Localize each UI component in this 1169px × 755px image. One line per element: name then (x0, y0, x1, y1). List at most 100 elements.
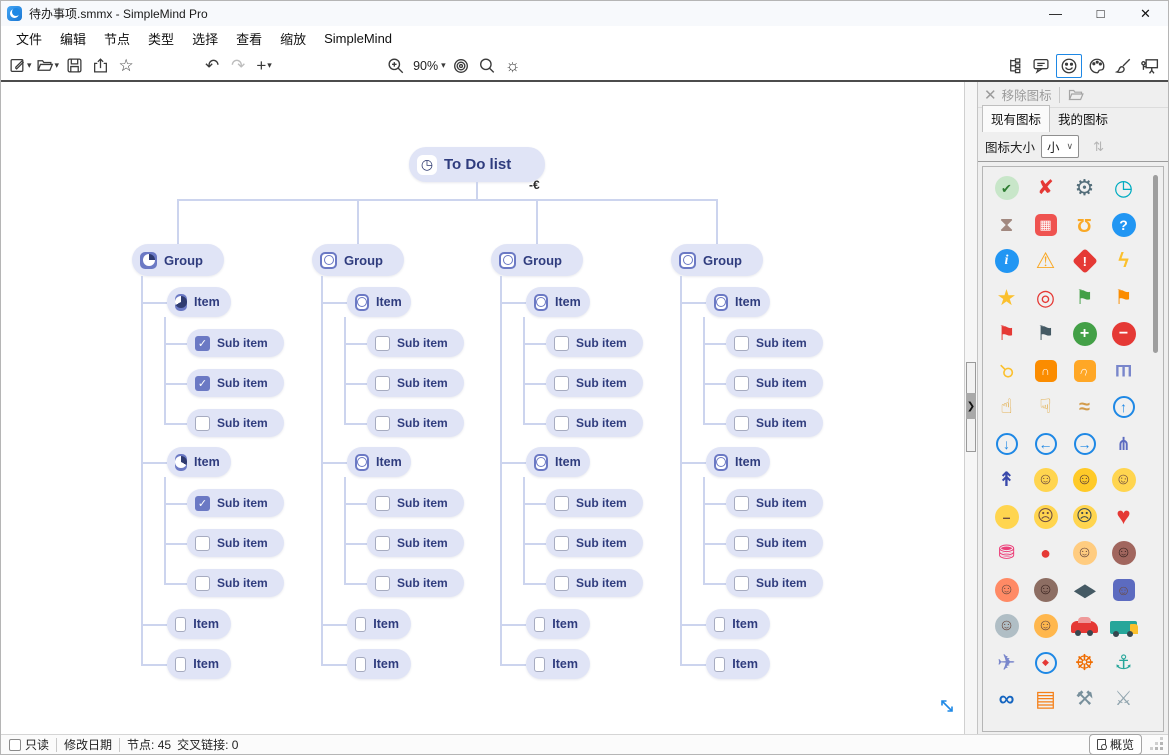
checkbox-unchecked-icon[interactable] (734, 416, 749, 431)
target-icon[interactable]: ◎ (1026, 280, 1065, 317)
node-item-1-1[interactable]: Item (167, 287, 231, 317)
man-suit-icon[interactable]: ☺ (987, 608, 1026, 645)
save-button[interactable] (63, 54, 85, 78)
icon-size-select[interactable]: 小 ∨ (1041, 135, 1079, 158)
handshake-icon[interactable]: ≈ (1065, 389, 1104, 426)
minimize-button[interactable]: — (1033, 6, 1078, 22)
checkbox-checked-icon[interactable]: ✓ (195, 336, 210, 351)
arrow-left-icon[interactable]: ← (1026, 426, 1065, 463)
search-button[interactable] (476, 54, 498, 78)
node-subitem-4-2-2[interactable]: Sub item (726, 529, 823, 557)
checkbox-unchecked-icon[interactable] (734, 576, 749, 591)
menu-item-5[interactable]: 查看 (227, 27, 271, 50)
info-icon[interactable]: i (987, 243, 1026, 280)
frown-icon[interactable]: ☹ (1026, 499, 1065, 536)
smile-icon[interactable]: ☺ (1026, 462, 1065, 499)
checkbox-unchecked-icon[interactable] (534, 617, 545, 632)
readonly-checkbox[interactable] (9, 739, 21, 751)
arrow-up-icon[interactable]: ↑ (1104, 389, 1143, 426)
add-node-button[interactable]: + ▾ (253, 54, 275, 78)
remove-icon-x-icon[interactable]: ✕ (984, 86, 997, 104)
tab-my-icons[interactable]: 我的图标 (1050, 106, 1116, 132)
checkbox-unchecked-icon[interactable] (175, 657, 186, 672)
thumbs-down-icon[interactable]: ☟ (1026, 389, 1065, 426)
graduation-cap-icon[interactable]: ◆ (1065, 572, 1104, 609)
node-item-4-1[interactable]: Item (706, 287, 770, 317)
node-subitem-3-1-3[interactable]: Sub item (546, 409, 643, 437)
hammer-icon[interactable]: ⚒ (1065, 681, 1104, 718)
lock-icon[interactable]: ∩ (1026, 353, 1065, 390)
node-item-2-1[interactable]: Item (347, 287, 411, 317)
checkbox-unchecked-icon[interactable] (734, 336, 749, 351)
checkbox-unchecked-icon[interactable] (554, 496, 569, 511)
worker-icon[interactable]: ☺ (1026, 608, 1065, 645)
car-icon[interactable] (1065, 608, 1104, 645)
split-arrows-icon[interactable]: ⋔ (1104, 426, 1143, 463)
node-item-2-3[interactable]: Item (347, 609, 411, 639)
resize-diagonal-icon[interactable] (938, 697, 956, 720)
checkbox-unchecked-icon[interactable] (355, 617, 366, 632)
anchor-icon[interactable]: ⚓ (1104, 645, 1143, 682)
maximize-button[interactable]: □ (1078, 6, 1123, 22)
menu-item-3[interactable]: 类型 (139, 27, 183, 50)
star-icon[interactable]: ★ (987, 280, 1026, 317)
unlock-icon[interactable]: ∩ (1065, 353, 1104, 390)
tab-stock-icons[interactable]: 现有图标 (982, 105, 1050, 132)
menu-item-2[interactable]: 节点 (95, 27, 139, 50)
hourglass-icon[interactable]: ⧗ (987, 207, 1026, 244)
overview-button[interactable]: 概览 (1089, 734, 1142, 755)
cross-icon[interactable]: ✘ (1026, 170, 1065, 207)
calendar-icon[interactable]: ▦ (1026, 207, 1065, 244)
node-subitem-3-2-3[interactable]: Sub item (546, 569, 643, 597)
checkbox-unchecked-icon[interactable] (734, 376, 749, 391)
node-subitem-3-1-1[interactable]: Sub item (546, 329, 643, 357)
node-subitem-4-1-2[interactable]: Sub item (726, 369, 823, 397)
node-subitem-4-2-1[interactable]: Sub item (726, 489, 823, 517)
format-painter-button[interactable] (1112, 54, 1134, 78)
node-item-3-3[interactable]: Item (526, 609, 590, 639)
node-item-2-2[interactable]: Item (347, 447, 411, 477)
node-subitem-2-2-2[interactable]: Sub item (367, 529, 464, 557)
collapse-marker[interactable]: -€ (529, 178, 540, 192)
checkbox-checked-icon[interactable]: ✓ (195, 496, 210, 511)
style-panel-button[interactable] (1086, 54, 1108, 78)
redo-button[interactable]: ↷ (227, 54, 249, 78)
favorite-button[interactable]: ☆ (115, 54, 137, 78)
dagger-icon[interactable]: ⚔ (1104, 681, 1143, 718)
menu-item-4[interactable]: 选择 (183, 27, 227, 50)
node-group-4[interactable]: Group (671, 244, 763, 276)
flag-red-icon[interactable]: ⚑ (987, 316, 1026, 353)
flag-green-icon[interactable]: ⚑ (1065, 280, 1104, 317)
checkbox-unchecked-icon[interactable] (554, 576, 569, 591)
node-subitem-3-2-2[interactable]: Sub item (546, 529, 643, 557)
boy-dark-icon[interactable]: ☺ (1104, 535, 1143, 572)
ship-wheel-icon[interactable]: ☸ (1065, 645, 1104, 682)
question-icon[interactable]: ? (1104, 207, 1143, 244)
checkbox-unchecked-icon[interactable] (534, 657, 545, 672)
bell-icon[interactable]: Ω (1065, 207, 1104, 244)
cake-icon[interactable]: ⛃ (987, 535, 1026, 572)
neutral-icon[interactable]: – (987, 499, 1026, 536)
checkbox-unchecked-icon[interactable] (375, 536, 390, 551)
node-subitem-3-1-2[interactable]: Sub item (546, 369, 643, 397)
flag-checkered-icon[interactable]: ⚑ (1026, 316, 1065, 353)
clock-icon[interactable]: ◷ (1104, 170, 1143, 207)
zoom-level-dropdown[interactable]: 90% ▾ (411, 54, 446, 78)
checkbox-unchecked-icon[interactable] (195, 416, 210, 431)
node-subitem-1-1-3[interactable]: Sub item (187, 409, 284, 437)
thumbs-up-icon[interactable]: ☝ (987, 389, 1026, 426)
node-subitem-2-2-1[interactable]: Sub item (367, 489, 464, 517)
plus-icon[interactable]: + (1065, 316, 1104, 353)
compass-icon[interactable]: ◆ (1026, 645, 1065, 682)
node-subitem-1-2-1[interactable]: ✓Sub item (187, 489, 284, 517)
check-icon[interactable]: ✔ (987, 170, 1026, 207)
resize-grip[interactable] (1152, 739, 1164, 751)
close-button[interactable]: ✕ (1123, 6, 1168, 22)
binoculars-icon[interactable]: ∞ (987, 681, 1026, 718)
key-icon[interactable]: ⚲ (987, 353, 1026, 390)
checkbox-unchecked-icon[interactable] (375, 376, 390, 391)
wink-icon[interactable]: ☺ (1104, 462, 1143, 499)
checkbox-unchecked-icon[interactable] (375, 416, 390, 431)
node-subitem-4-1-1[interactable]: Sub item (726, 329, 823, 357)
police-icon[interactable]: ☺ (1104, 572, 1143, 609)
